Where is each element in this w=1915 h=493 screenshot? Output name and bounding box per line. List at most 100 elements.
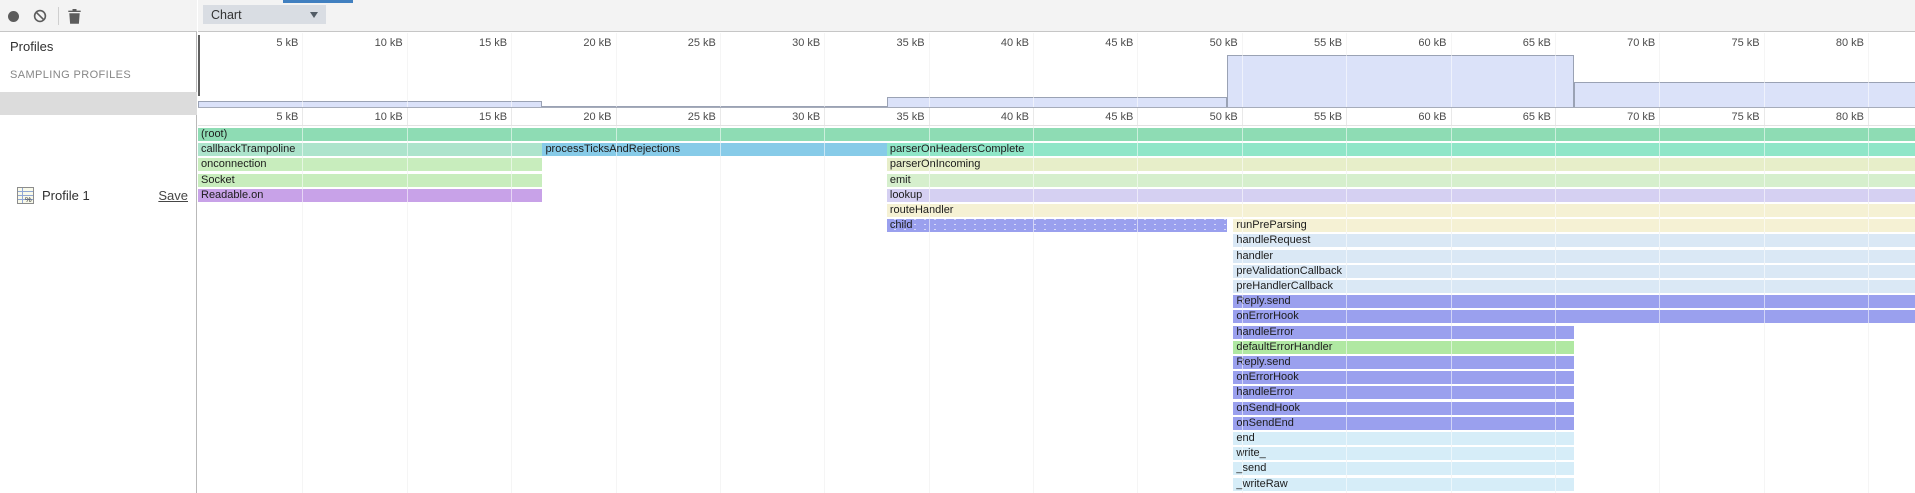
ruler-tick-label: 50 kB [1168, 111, 1238, 123]
flame-ruler: 5 kB 10 kB 15 kB 20 kB 25 kB 30 kB 35 kB 40 kB 4… [198, 108, 1915, 126]
flame-bar[interactable]: handleRequest [1233, 234, 1915, 247]
ruler-tick-label: 15 kB [437, 111, 507, 123]
ruler-tick-label: 35 kB [855, 111, 925, 123]
gridline [302, 33, 303, 108]
profiles-title: Profiles [10, 39, 53, 54]
gridline-highlight [616, 126, 617, 493]
flame-bar[interactable]: handleError [1233, 326, 1573, 339]
sampling-profiles-section-label: SAMPLING PROFILES [10, 69, 131, 81]
overview-step [1574, 82, 1915, 107]
flame-bar[interactable]: handler [1233, 250, 1915, 263]
flame-bar[interactable]: onSendEnd [1233, 417, 1573, 430]
profile-grid-icon: % [17, 187, 34, 204]
gridline [616, 33, 617, 108]
flame-bar[interactable]: _send [1233, 462, 1573, 475]
flame-bar[interactable]: _writeRaw [1233, 478, 1573, 491]
view-mode-select[interactable]: Chart [203, 5, 326, 24]
gridline [511, 33, 512, 108]
gridline-highlight [824, 126, 825, 493]
flame-chart: (root) callbackTrampolineprocessTicksAndR… [198, 126, 1915, 493]
ruler-tick-label: 60 kB [1377, 37, 1447, 49]
ruler-tick-label: 15 kB [437, 37, 507, 49]
ruler-tick-label: 50 kB [1168, 37, 1238, 49]
ruler-tick-label: 60 kB [1377, 111, 1447, 123]
ruler-tick-label: 65 kB [1481, 111, 1551, 123]
ruler-tick-label: 40 kB [959, 111, 1029, 123]
flame-bar[interactable]: Reply.send [1233, 295, 1915, 308]
flame-bar[interactable]: handleError [1233, 386, 1573, 399]
save-profile-link[interactable]: Save [158, 188, 188, 203]
trash-icon [67, 8, 82, 25]
ruler-tick-label: 75 kB [1690, 37, 1760, 49]
block-icon [33, 9, 47, 23]
profile-name: Profile 1 [42, 188, 90, 203]
svg-text:%: % [25, 195, 32, 204]
delete-profile-button[interactable] [67, 8, 82, 25]
view-mode-value: Chart [211, 8, 242, 22]
flame-bar[interactable]: child [887, 219, 1227, 232]
flame-bar[interactable]: lookup [887, 189, 1915, 202]
ruler-tick-label: 35 kB [855, 37, 925, 49]
gridline [720, 33, 721, 108]
flame-bar[interactable]: write_ [1233, 447, 1573, 460]
flame-bar[interactable]: end [1233, 432, 1573, 445]
flame-bar[interactable]: onSendHook [1233, 402, 1573, 415]
ruler-tick-label: 10 kB [333, 111, 403, 123]
ruler-tick-label: 80 kB [1794, 37, 1864, 49]
ruler-tick-label: 30 kB [750, 37, 820, 49]
overview-step [1227, 55, 1574, 107]
ruler-tick-label: 45 kB [1063, 37, 1133, 49]
overview-resize-handle[interactable] [198, 35, 200, 96]
flame-bar[interactable]: runPreParsing [1233, 219, 1915, 232]
tab-indicator-bar [283, 0, 353, 3]
flame-bar[interactable]: onErrorHook [1233, 371, 1573, 384]
flame-bar[interactable]: Socket [198, 174, 542, 187]
ruler-tick-label: 55 kB [1272, 111, 1342, 123]
flame-bar[interactable]: processTicksAndRejections [542, 143, 886, 156]
ruler-tick-label: 30 kB [750, 111, 820, 123]
flame-bar[interactable]: (root) [198, 128, 1915, 141]
profiles-sidebar: Profiles SAMPLING PROFILES % Profile 1 S… [0, 0, 197, 493]
ruler-tick-label: 80 kB [1794, 111, 1864, 123]
flame-bar[interactable]: callbackTrampoline [198, 143, 542, 156]
ruler-tick-label: 65 kB [1481, 37, 1551, 49]
ruler-tick-label: 25 kB [646, 37, 716, 49]
ruler-tick-label: 70 kB [1585, 111, 1655, 123]
overview-pane[interactable]: 5 kB 10 kB 15 kB 20 kB 25 kB 30 kB 35 kB 40 kB 4… [198, 33, 1915, 108]
ruler-tick-label: 75 kB [1690, 111, 1760, 123]
gridline [824, 33, 825, 108]
flame-bar[interactable]: Readable.on [198, 189, 542, 202]
profiler-panel: Profiles SAMPLING PROFILES % Profile 1 S… [0, 0, 1915, 493]
ruler-tick-label: 25 kB [646, 111, 716, 123]
flame-bar[interactable]: Reply.send [1233, 356, 1573, 369]
ruler-tick-label: 5 kB [228, 37, 298, 49]
flame-bar[interactable]: defaultErrorHandler [1233, 341, 1573, 354]
ruler-tick-label: 55 kB [1272, 37, 1342, 49]
clear-button[interactable] [33, 9, 47, 23]
sidebar-item-profile-1[interactable]: % Profile 1 Save [0, 92, 197, 115]
ruler-tick-label: 45 kB [1063, 111, 1133, 123]
ruler-tick-label: 10 kB [333, 37, 403, 49]
flame-bar[interactable]: emit [887, 174, 1915, 187]
flame-bar[interactable]: onconnection [198, 158, 542, 171]
toolbar-separator [58, 7, 59, 25]
profiles-toolbar [0, 0, 197, 32]
flame-bar[interactable]: preHandlerCallback [1233, 280, 1915, 293]
chevron-down-icon [310, 12, 318, 18]
record-button[interactable] [7, 10, 19, 22]
flame-bar[interactable]: parserOnHeadersComplete [887, 143, 1915, 156]
record-icon [8, 11, 19, 22]
ruler-tick-label: 20 kB [542, 37, 612, 49]
gridline [407, 33, 408, 108]
overview-step [887, 97, 1227, 107]
ruler-tick-label: 20 kB [542, 111, 612, 123]
ruler-tick-label: 40 kB [959, 37, 1029, 49]
flame-bar[interactable]: onErrorHook [1233, 310, 1915, 323]
flame-bar[interactable]: preValidationCallback [1233, 265, 1915, 278]
gridline-highlight [720, 126, 721, 493]
chart-toolbar: Chart [198, 0, 1915, 32]
ruler-tick-label: 70 kB [1585, 37, 1655, 49]
flame-bar[interactable]: parserOnIncoming [887, 158, 1915, 171]
ruler-tick-label: 5 kB [228, 111, 298, 123]
flame-bar[interactable]: routeHandler [887, 204, 1915, 217]
